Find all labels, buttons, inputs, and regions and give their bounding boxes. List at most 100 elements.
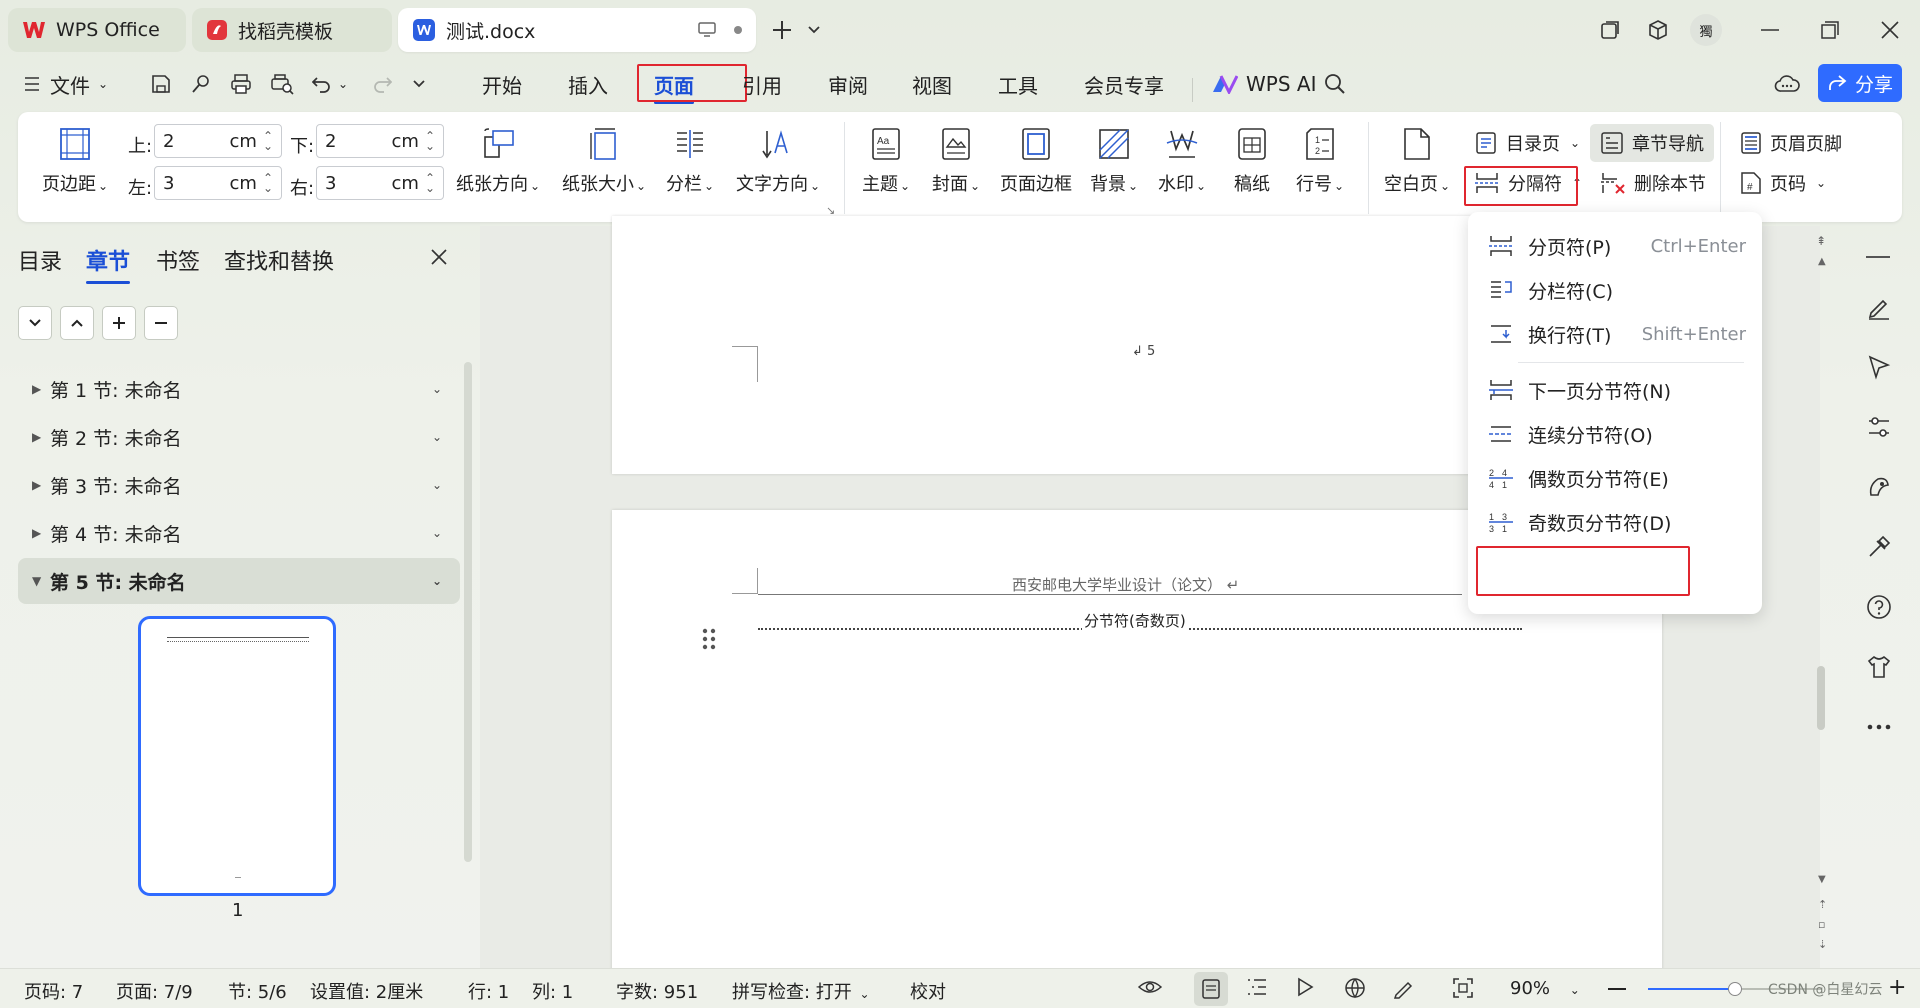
status-section[interactable]: 节: 5/6 <box>228 978 287 1004</box>
section-item[interactable]: ▶ 第 1 节: 未命名 ⌄ <box>18 366 460 412</box>
remove-section-button[interactable] <box>144 306 178 340</box>
select-browse-icon[interactable]: ▫ <box>1818 918 1825 931</box>
collapse-bar-icon[interactable] <box>1866 256 1890 258</box>
page-view-button[interactable] <box>1194 972 1228 1006</box>
zoom-slider-knob[interactable] <box>1728 982 1742 996</box>
background-button[interactable]: 背景 ⌄ <box>1090 126 1138 196</box>
spinner-arrows-icon[interactable]: ⌃ ⌄ <box>425 130 435 152</box>
zoom-out-icon[interactable] <box>1608 988 1626 990</box>
avatar[interactable]: 獨 <box>1690 14 1722 46</box>
spinner-arrows-icon[interactable]: ⌃ ⌄ <box>263 172 273 194</box>
left-margin-spinner[interactable]: 3 cm ⌃ ⌄ <box>154 166 282 200</box>
section-item[interactable]: ▶ 第 2 节: 未命名 ⌄ <box>18 414 460 460</box>
undo-button[interactable]: ⌄ <box>312 68 348 100</box>
line-number-button[interactable]: 12 行号 ⌄ <box>1296 126 1344 196</box>
save-button[interactable] <box>150 68 172 100</box>
close-panel-button[interactable] <box>430 248 448 266</box>
right-margin-spinner[interactable]: 3 cm ⌃ ⌄ <box>316 166 444 200</box>
restore-window-button[interactable] <box>1592 12 1628 48</box>
search-button[interactable] <box>1324 68 1346 100</box>
more-icon[interactable] <box>1862 710 1896 744</box>
file-menu[interactable]: 文件 ⌄ <box>24 68 108 100</box>
menu-item-page-break[interactable]: 分页符(P) Ctrl+Enter <box>1486 226 1746 266</box>
delete-section-button[interactable]: 删除本节 <box>1600 170 1706 196</box>
redo-button[interactable] <box>372 68 392 100</box>
bottom-margin-spinner[interactable]: 2 cm ⌃ ⌄ <box>316 124 444 158</box>
tab-docer[interactable]: 找稻壳模板 <box>192 8 392 52</box>
chevron-down-icon[interactable]: ⌄ <box>432 382 442 396</box>
status-row[interactable]: 行: 1 <box>468 978 509 1004</box>
top-margin-spinner[interactable]: 2 cm ⌃ ⌄ <box>154 124 282 158</box>
section-item-selected[interactable]: ▼ 第 5 节: 未命名 ⌄ <box>18 558 460 604</box>
scroll-up-icon[interactable]: ▲ <box>1818 256 1826 267</box>
section-item[interactable]: ▶ 第 3 节: 未命名 ⌄ <box>18 462 460 508</box>
tools-icon[interactable] <box>1862 530 1896 564</box>
print-button[interactable] <box>230 68 252 100</box>
menu-item-even-page-section[interactable]: 2441 偶数页分节符(E) <box>1486 458 1746 498</box>
print-preview-button[interactable] <box>270 68 294 100</box>
menu-item-next-page-section[interactable]: 下一页分节符(N) <box>1486 370 1746 410</box>
chevron-down-icon[interactable]: ⌄ <box>432 526 442 540</box>
header-footer-button[interactable]: 页眉页脚 <box>1740 130 1842 156</box>
maximize-button[interactable] <box>1812 12 1848 48</box>
next-page-icon[interactable]: ⇣ <box>1818 938 1827 951</box>
watermark-button[interactable]: 水印 ⌄ <box>1158 126 1206 196</box>
minimize-button[interactable] <box>1752 12 1788 48</box>
document-scrollbar-thumb[interactable] <box>1817 666 1825 730</box>
orientation-button[interactable]: 纸张方向 ⌄ <box>456 126 540 196</box>
spinner-arrows-icon[interactable]: ⌃ ⌄ <box>425 172 435 194</box>
spinner-arrows-icon[interactable]: ⌃ ⌄ <box>263 130 273 152</box>
collapse-triangle-icon[interactable]: ▼ <box>32 574 50 588</box>
move-up-button[interactable] <box>60 306 94 340</box>
menu-item-column-break[interactable]: 分栏符(C) <box>1486 270 1746 310</box>
scroll-top-icon[interactable]: ⇞ <box>1816 234 1826 248</box>
expand-triangle-icon[interactable]: ▶ <box>32 430 50 444</box>
panel-tab-find-replace[interactable]: 查找和替换 <box>224 244 334 276</box>
select-cursor-icon[interactable] <box>1862 350 1896 384</box>
paper-size-button[interactable]: 纸张大小 ⌄ <box>562 126 646 196</box>
tab-review[interactable]: 审阅 <box>828 68 868 100</box>
help-icon[interactable] <box>1862 590 1896 624</box>
panel-tab-bookmarks[interactable]: 书签 <box>156 244 200 276</box>
section-item[interactable]: ▶ 第 4 节: 未命名 ⌄ <box>18 510 460 556</box>
drag-handle-icon[interactable] <box>702 628 716 650</box>
tab-view[interactable]: 视图 <box>912 68 952 100</box>
fit-screen-icon[interactable] <box>1452 977 1474 999</box>
add-section-button[interactable] <box>102 306 136 340</box>
cover-button[interactable]: 封面 ⌄ <box>932 126 980 196</box>
unsaved-dot-icon[interactable] <box>734 26 742 34</box>
panel-scrollbar[interactable] <box>464 362 472 862</box>
format-painter-button[interactable] <box>190 68 212 100</box>
columns-button[interactable]: 分栏 ⌄ <box>666 126 714 196</box>
tab-references[interactable]: 引用 <box>742 68 782 100</box>
status-page-number[interactable]: 页码: 7 <box>24 978 83 1004</box>
share-button[interactable]: 分享 <box>1818 64 1902 102</box>
web-view-icon[interactable] <box>1344 977 1366 999</box>
tab-document[interactable]: 测试.docx <box>398 8 756 52</box>
play-icon[interactable] <box>1296 977 1314 997</box>
status-word-count[interactable]: 字数: 951 <box>616 978 698 1004</box>
panel-tab-toc[interactable]: 目录 <box>18 244 62 276</box>
quick-access-more-button[interactable] <box>412 68 426 100</box>
manuscript-button[interactable]: 稿纸 <box>1234 126 1270 196</box>
cube-button[interactable] <box>1640 12 1676 48</box>
spell-check-toggle[interactable]: 拼写检查: 打开 ⌄ <box>732 978 870 1004</box>
proofread-button[interactable]: 校对 <box>910 978 946 1004</box>
wps-ai-button[interactable]: WPS AI <box>1212 68 1316 100</box>
chevron-down-icon[interactable]: ⌄ <box>432 478 442 492</box>
header-text[interactable]: 西安邮电大学毕业设计（论文） ↵ <box>1012 574 1239 595</box>
tab-wps-office[interactable]: WPS Office <box>8 8 186 52</box>
status-col[interactable]: 列: 1 <box>532 978 573 1004</box>
write-mode-icon[interactable] <box>1392 977 1414 999</box>
status-pages[interactable]: 页面: 7/9 <box>116 978 193 1004</box>
expand-triangle-icon[interactable]: ▶ <box>32 526 50 540</box>
scroll-down-icon[interactable]: ▼ <box>1818 874 1826 885</box>
cloud-button[interactable] <box>1774 68 1800 100</box>
outline-view-icon[interactable] <box>1246 977 1268 997</box>
chevron-down-icon[interactable]: ⌄ <box>432 574 442 588</box>
pen-icon[interactable] <box>1862 290 1896 324</box>
monitor-icon[interactable] <box>698 22 716 38</box>
text-direction-button[interactable]: 文字方向 ⌄ <box>736 126 820 196</box>
page-border-button[interactable]: 页面边框 <box>1000 126 1072 196</box>
menu-item-odd-page-section[interactable]: 1331 奇数页分节符(D) <box>1486 502 1746 542</box>
